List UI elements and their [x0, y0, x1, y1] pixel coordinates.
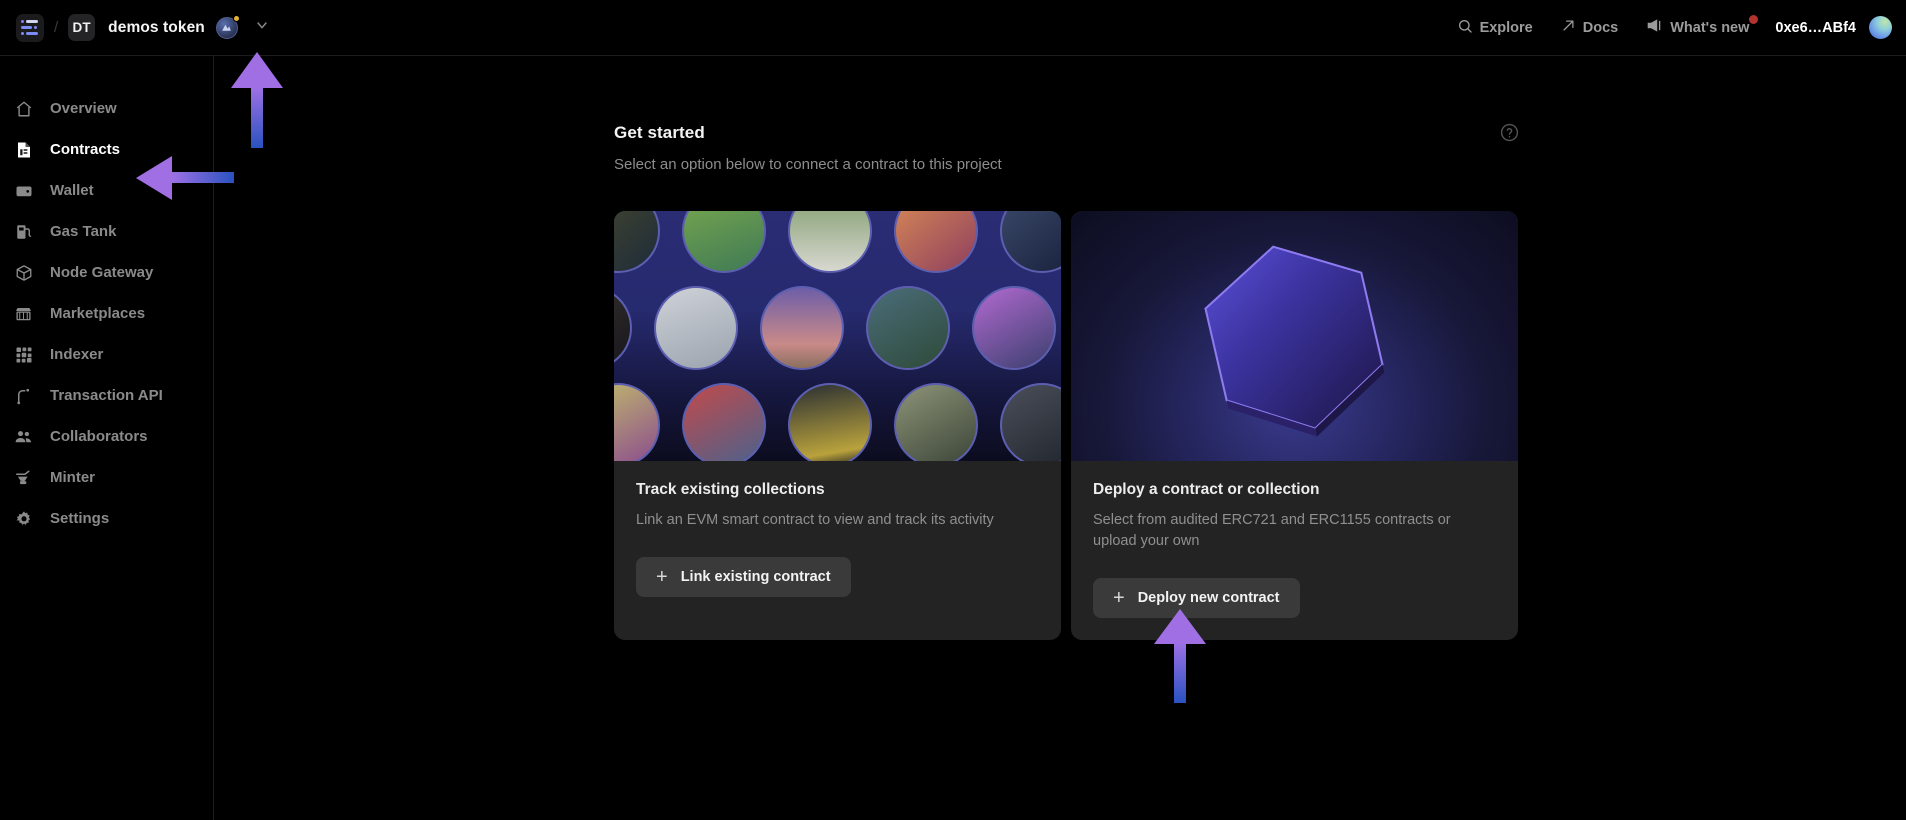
sidebar-item-label: Contracts	[50, 141, 121, 158]
sidebar-item-label: Settings	[50, 510, 110, 527]
sidebar: Overview Contracts Wallet Gas Tank Node …	[0, 56, 214, 820]
contract-document-icon	[14, 140, 33, 159]
wallet-icon	[14, 181, 33, 200]
help-circle-icon[interactable]	[1500, 123, 1519, 147]
sidebar-item-settings[interactable]: Settings	[0, 498, 213, 539]
breadcrumb-separator: /	[54, 19, 59, 36]
gas-pump-icon	[14, 222, 33, 241]
sidebar-item-contracts[interactable]: Contracts	[0, 129, 213, 170]
card-title: Track existing collections	[636, 481, 825, 498]
option-cards: Track existing collections Link an EVM s…	[614, 211, 1519, 641]
header-right-group: Explore Docs What's new 0xe6…ABf4	[1443, 0, 1906, 56]
explore-nav-button[interactable]: Explore	[1443, 0, 1547, 56]
transaction-arc-icon	[14, 386, 33, 405]
search-icon	[1457, 18, 1473, 38]
grid-blocks-icon	[14, 345, 33, 364]
card-description: Link an EVM smart contract to view and t…	[636, 512, 994, 528]
docs-nav-button[interactable]: Docs	[1547, 0, 1632, 56]
header-left-group: / DT demos token	[0, 13, 270, 42]
sidebar-item-node-gateway[interactable]: Node Gateway	[0, 252, 213, 293]
sidebar-item-label: Overview	[50, 100, 117, 117]
card-body: Deploy a contract or collection Select f…	[1071, 461, 1518, 640]
gear-icon	[14, 509, 33, 528]
chevron-down-icon[interactable]	[254, 17, 270, 38]
card-title: Deploy a contract or collection	[1093, 481, 1320, 498]
deploy-new-contract-button[interactable]: + Deploy new contract	[1093, 578, 1300, 619]
hexagon-shape	[1203, 245, 1384, 437]
sidebar-item-gas-tank[interactable]: Gas Tank	[0, 211, 213, 252]
sidebar-item-marketplaces[interactable]: Marketplaces	[0, 293, 213, 334]
anvil-icon	[14, 468, 33, 487]
whats-new-label: What's new	[1670, 14, 1759, 36]
whats-new-nav-button[interactable]: What's new	[1632, 0, 1763, 56]
sidebar-item-minter[interactable]: Minter	[0, 457, 213, 498]
avatar[interactable]	[1869, 16, 1892, 39]
sidebar-item-label: Node Gateway	[50, 264, 154, 281]
external-link-icon	[1561, 18, 1576, 37]
sidebar-item-label: Collaborators	[50, 428, 148, 445]
deploy-contract-card[interactable]: Deploy a contract or collection Select f…	[1071, 211, 1518, 641]
sidebar-toggle-icon[interactable]	[16, 13, 44, 42]
notification-dot	[232, 14, 240, 22]
storefront-icon	[14, 304, 33, 323]
sidebar-item-overview[interactable]: Overview	[0, 88, 213, 129]
section-title: Get started	[614, 123, 705, 142]
sidebar-item-indexer[interactable]: Indexer	[0, 334, 213, 375]
sidebar-item-transaction-api[interactable]: Transaction API	[0, 375, 213, 416]
section-header: Get started Select an option below to co…	[614, 123, 1519, 173]
chain-network-icon[interactable]	[215, 14, 240, 39]
project-initials-badge[interactable]: DT	[68, 14, 96, 41]
get-started-section: Get started Select an option below to co…	[614, 123, 1519, 641]
status-badge	[1749, 14, 1759, 24]
docs-label: Docs	[1582, 19, 1619, 36]
main-content: Get started Select an option below to co…	[214, 56, 1906, 820]
card-description: Select from audited ERC721 and ERC1155 c…	[1093, 512, 1451, 550]
sidebar-item-wallet[interactable]: Wallet	[0, 170, 213, 211]
sidebar-item-label: Wallet	[50, 182, 94, 199]
top-header-bar: / DT demos token Explore Docs What's new…	[0, 0, 1906, 56]
megaphone-icon	[1646, 18, 1663, 37]
explore-label: Explore	[1479, 19, 1533, 36]
hexagon-3d-image	[1071, 211, 1518, 461]
sidebar-item-label: Marketplaces	[50, 305, 146, 322]
page-title: demos token	[108, 18, 205, 36]
nft-collection-grid-image	[614, 211, 1061, 461]
sidebar-item-collaborators[interactable]: Collaborators	[0, 416, 213, 457]
section-subtitle: Select an option below to connect a cont…	[614, 156, 1002, 173]
cube-icon	[14, 263, 33, 282]
track-existing-collections-card[interactable]: Track existing collections Link an EVM s…	[614, 211, 1061, 641]
plus-icon: +	[656, 566, 668, 589]
sidebar-item-label: Gas Tank	[50, 223, 117, 240]
wallet-address[interactable]: 0xe6…ABf4	[1775, 20, 1856, 36]
card-body: Track existing collections Link an EVM s…	[614, 461, 1061, 619]
sidebar-item-label: Indexer	[50, 346, 104, 363]
plus-icon: +	[1113, 587, 1125, 610]
button-label: Link existing contract	[680, 569, 831, 586]
people-icon	[14, 427, 33, 446]
link-existing-contract-button[interactable]: + Link existing contract	[636, 557, 851, 598]
button-label: Deploy new contract	[1137, 590, 1280, 607]
sidebar-item-label: Transaction API	[50, 387, 163, 404]
sidebar-item-label: Minter	[50, 469, 95, 486]
home-icon	[14, 99, 33, 118]
